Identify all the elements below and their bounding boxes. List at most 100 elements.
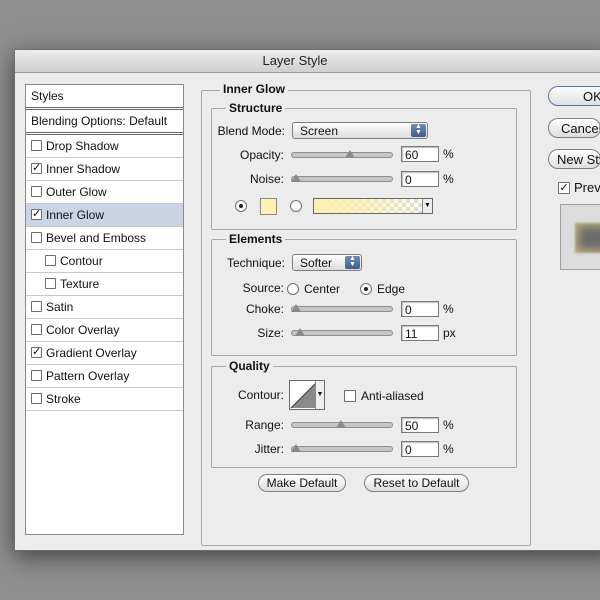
cancel-button[interactable]: Cancel [548,118,600,138]
anti-aliased-checkbox[interactable] [344,390,356,402]
style-item-pattern-overlay[interactable]: Pattern Overlay [26,365,183,388]
opacity-slider-thumb[interactable] [345,150,355,158]
style-item-bevel-and-emboss[interactable]: Bevel and Emboss [26,227,183,250]
contour-picker[interactable]: ▼ [289,380,325,410]
style-checkbox[interactable] [45,278,56,289]
new-style-button[interactable]: New Style... [548,149,600,169]
blend-mode-value: Screen [300,124,339,138]
style-item-label: Gradient Overlay [46,346,137,360]
select-arrows-icon: ▲ ▼ [345,255,360,269]
style-checkbox[interactable] [31,370,42,381]
ok-button[interactable]: OK [548,86,600,106]
style-checkbox[interactable] [31,301,42,312]
new-style-label: New Style... [557,152,600,167]
style-item-outer-glow[interactable]: Outer Glow [26,181,183,204]
contour-curve-icon [290,381,318,409]
size-slider[interactable] [291,330,393,336]
style-item-label: Pattern Overlay [46,369,130,383]
title-bar[interactable]: Layer Style [15,50,600,73]
style-item-label: Bevel and Emboss [46,231,147,245]
noise-field[interactable]: 0 [401,171,439,187]
choke-field[interactable]: 0 [401,301,439,317]
source-center-radio[interactable] [287,283,299,295]
elements-title: Elements [226,232,286,246]
opacity-slider[interactable] [291,152,393,158]
jitter-slider-thumb[interactable] [291,444,301,452]
noise-slider[interactable] [291,176,393,182]
style-item-gradient-overlay[interactable]: ✓ Gradient Overlay [26,342,183,365]
style-item-stroke[interactable]: Stroke [26,388,183,411]
styles-list: Styles Blending Options: Default Drop Sh… [25,84,184,535]
make-default-button[interactable]: Make Default [258,474,346,492]
choke-slider[interactable] [291,306,393,312]
style-item-label: Satin [46,300,74,314]
style-item-label: Inner Shadow [46,162,121,176]
style-item-texture[interactable]: Texture [26,273,183,296]
style-checkbox[interactable] [31,393,42,404]
style-checkbox[interactable] [31,232,42,243]
panel-title: Inner Glow [220,82,289,96]
style-preview-thumbnail [560,204,600,270]
blend-mode-select[interactable]: Screen ▲ ▼ [292,122,428,139]
styles-header[interactable]: Styles [26,85,183,110]
choke-slider-thumb[interactable] [291,304,301,312]
contour-label: Contour: [237,388,284,402]
noise-label: Noise: [249,172,284,186]
style-item-label: Outer Glow [46,185,107,199]
technique-select[interactable]: Softer ▲ ▼ [292,254,362,271]
ok-label: OK [583,89,600,104]
gradient-radio[interactable] [290,200,302,212]
opacity-field[interactable]: 60 [401,146,439,162]
style-checkbox[interactable]: ✓ [31,347,42,358]
jitter-label: Jitter: [254,442,284,456]
preview-checkbox[interactable]: ✓ [558,182,570,194]
cancel-label: Cancel [561,121,600,136]
solid-color-radio[interactable] [235,200,247,212]
size-field[interactable]: 11 [401,325,439,341]
source-label: Source: [242,281,284,295]
style-checkbox[interactable]: ✓ [31,209,42,220]
layer-style-dialog: Layer Style Styles Blending Options: Def… [14,49,600,551]
style-item-drop-shadow[interactable]: Drop Shadow [26,135,183,158]
style-item-label: Texture [60,277,100,291]
range-slider-thumb[interactable] [336,420,346,428]
dropdown-arrow-icon: ▼ [315,381,324,409]
technique-value: Softer [300,256,333,270]
source-center-label: Center [304,282,341,296]
size-label: Size: [257,326,284,340]
choke-label: Choke: [245,302,284,316]
range-label: Range: [245,418,284,432]
style-item-label: Color Overlay [46,323,120,337]
blending-options-item[interactable]: Blending Options: Default [26,110,183,135]
style-checkbox[interactable] [45,255,56,266]
style-item-label: Drop Shadow [46,139,119,153]
size-slider-thumb[interactable] [294,328,305,336]
style-item-inner-shadow[interactable]: ✓ Inner Shadow [26,158,183,181]
style-checkbox[interactable] [31,324,42,335]
structure-title: Structure [226,101,286,115]
style-item-color-overlay[interactable]: Color Overlay [26,319,183,342]
select-arrows-icon: ▲ ▼ [411,123,426,137]
anti-aliased-label: Anti-aliased [361,389,424,403]
blend-mode-label: Blend Mode: [217,124,285,138]
window-title: Layer Style [262,53,328,68]
jitter-field[interactable]: 0 [401,441,439,457]
size-unit: px [443,326,456,340]
noise-slider-thumb[interactable] [291,174,301,182]
glow-color-swatch[interactable] [260,198,277,215]
style-checkbox[interactable]: ✓ [31,163,42,174]
range-field[interactable]: 50 [401,417,439,433]
reset-to-default-button[interactable]: Reset to Default [364,474,469,492]
opacity-label: Opacity: [239,148,284,162]
choke-unit: % [443,302,454,316]
style-item-inner-glow[interactable]: ✓ Inner Glow [26,204,183,227]
gradient-picker[interactable]: ▼ [313,198,433,214]
style-checkbox[interactable] [31,186,42,197]
style-checkbox[interactable] [31,140,42,151]
quality-title: Quality [226,359,273,373]
style-item-contour[interactable]: Contour [26,250,183,273]
source-edge-radio[interactable] [360,283,372,295]
jitter-slider[interactable] [291,446,393,452]
noise-unit: % [443,172,454,186]
style-item-satin[interactable]: Satin [26,296,183,319]
